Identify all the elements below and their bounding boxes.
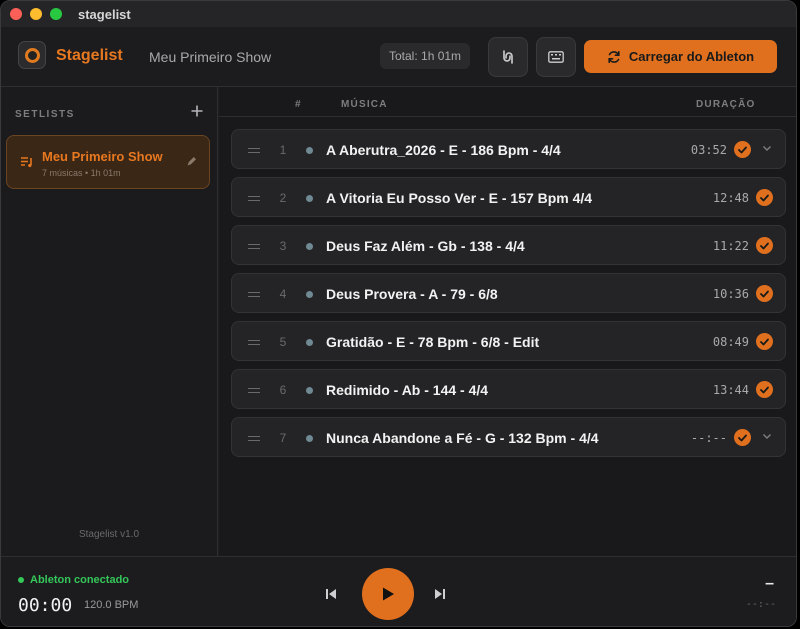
drag-handle-icon[interactable]	[248, 388, 260, 393]
window-title: stagelist	[78, 6, 131, 22]
song-number: 6	[279, 383, 287, 397]
song-row[interactable]: 6 Redimido - Ab - 144 - 4/4 13:44	[231, 369, 786, 409]
routing-button[interactable]	[488, 37, 528, 77]
keyboard-icon	[548, 51, 564, 63]
song-duration: 03:52	[690, 143, 727, 157]
app-window: stagelist Stagelist Meu Primeiro Show To…	[0, 0, 797, 627]
check-icon	[756, 237, 773, 254]
sidebar: SETLISTS Meu Primeiro Show 7 músicas • 1…	[1, 87, 218, 556]
song-number: 7	[279, 431, 287, 445]
app-version: Stagelist v1.0	[78, 529, 140, 540]
song-status-dot	[306, 243, 313, 250]
header: Stagelist Meu Primeiro Show Total: 1h 01…	[1, 27, 796, 87]
song-status-dot	[306, 147, 313, 154]
song-status-dot	[306, 291, 313, 298]
song-title: Deus Faz Além - Gb - 138 - 4/4	[326, 238, 525, 254]
check-icon	[734, 141, 751, 158]
check-icon	[756, 189, 773, 206]
song-title: A Aberutra_2026 - E - 186 Bpm - 4/4	[326, 142, 561, 158]
setlist-item-active[interactable]: Meu Primeiro Show 7 músicas • 1h 01m	[6, 135, 210, 189]
song-duration: 13:44	[712, 383, 749, 397]
chevron-down-icon[interactable]	[762, 143, 772, 153]
play-icon	[383, 587, 394, 601]
song-duration: 08:49	[712, 335, 749, 349]
song-row[interactable]: 1 A Aberutra_2026 - E - 186 Bpm - 4/4 03:5…	[231, 129, 786, 169]
next-track-button[interactable]	[434, 587, 446, 605]
drag-handle-icon[interactable]	[248, 244, 260, 249]
song-status-dot	[306, 387, 313, 394]
song-list-panel: # MÚSICA DURAÇÃO 1 A Aberutra_2026 - E - …	[219, 87, 796, 556]
load-from-ableton-button[interactable]: Carregar do Ableton	[584, 40, 777, 73]
song-duration: --:--	[690, 431, 727, 445]
current-show-name: Meu Primeiro Show	[149, 49, 272, 65]
check-icon	[756, 333, 773, 350]
play-button[interactable]	[362, 568, 414, 620]
keyboard-shortcuts-button[interactable]	[536, 37, 576, 77]
song-title: A Vitoria Eu Posso Ver - E - 157 Bpm 4/4	[326, 190, 593, 206]
song-title: Nunca Abandone a Fé - G - 132 Bpm - 4/4	[326, 430, 599, 446]
setlist-name: Meu Primeiro Show	[42, 149, 163, 164]
song-number: 1	[279, 143, 287, 157]
song-title: Gratidão - E - 78 Bpm - 6/8 - Edit	[326, 334, 540, 350]
song-status-dot	[306, 195, 313, 202]
song-row[interactable]: 2 A Vitoria Eu Posso Ver - E - 157 Bpm 4/…	[231, 177, 786, 217]
title-bar[interactable]: stagelist	[1, 1, 796, 27]
song-number: 4	[279, 287, 287, 301]
table-header: # MÚSICA DURAÇÃO	[219, 87, 796, 117]
minimize-window-button[interactable]	[30, 8, 42, 20]
connected-dot-icon	[18, 577, 24, 583]
song-number: 2	[279, 191, 287, 205]
chevron-down-icon[interactable]	[762, 431, 772, 441]
sync-icon	[608, 50, 620, 63]
routing-icon	[503, 50, 513, 64]
plus-icon	[191, 105, 203, 117]
song-duration: 12:48	[712, 191, 749, 205]
drag-handle-icon[interactable]	[248, 292, 260, 297]
zoom-window-button[interactable]	[50, 8, 62, 20]
connection-status: Ableton conectado	[18, 574, 129, 586]
song-number: 3	[279, 239, 287, 253]
check-icon	[756, 285, 773, 302]
drag-handle-icon[interactable]	[248, 148, 260, 153]
setlist-meta: 7 músicas • 1h 01m	[42, 168, 121, 178]
skip-previous-icon	[326, 589, 336, 599]
app-name: Stagelist	[56, 47, 123, 64]
skip-next-icon	[435, 589, 445, 599]
previous-track-button[interactable]	[325, 587, 337, 605]
check-icon	[756, 381, 773, 398]
check-icon	[734, 429, 751, 446]
add-setlist-button[interactable]	[189, 103, 205, 119]
total-duration-badge: Total: 1h 01m	[380, 43, 471, 69]
song-duration: 10:36	[712, 287, 749, 301]
playback-time: 00:00	[18, 595, 73, 616]
column-header-number: #	[295, 99, 302, 110]
song-duration: 11:22	[712, 239, 749, 253]
connection-label: Ableton conectado	[30, 574, 130, 586]
column-header-music: MÚSICA	[341, 99, 388, 110]
remaining-time: --:--	[745, 599, 776, 610]
song-row[interactable]: 7 Nunca Abandone a Fé - G - 132 Bpm - 4/4…	[231, 417, 786, 457]
song-status-dot	[306, 339, 313, 346]
song-row[interactable]: 5 Gratidão - E - 78 Bpm - 6/8 - Edit 08:49	[231, 321, 786, 361]
column-header-duration: DURAÇÃO	[696, 99, 756, 110]
transport-bar: Ableton conectado 00:00 120.0 BPM – --:-…	[1, 556, 796, 626]
app-logo-icon	[18, 41, 46, 69]
playlist-icon	[21, 157, 32, 168]
next-song-indicator: –	[765, 575, 774, 592]
song-row[interactable]: 3 Deus Faz Além - Gb - 138 - 4/4 11:22	[231, 225, 786, 265]
drag-handle-icon[interactable]	[248, 340, 260, 345]
song-row[interactable]: 4 Deus Provera - A - 79 - 6/8 10:36	[231, 273, 786, 313]
song-title: Redimido - Ab - 144 - 4/4	[326, 382, 489, 398]
setlists-heading: SETLISTS	[15, 109, 75, 120]
pencil-icon[interactable]	[186, 156, 197, 167]
song-number: 5	[279, 335, 287, 349]
song-title: Deus Provera - A - 79 - 6/8	[326, 286, 498, 302]
close-window-button[interactable]	[10, 8, 22, 20]
load-button-label: Carregar do Ableton	[628, 49, 755, 64]
tempo-readout: 120.0 BPM	[84, 599, 139, 611]
traffic-lights	[10, 8, 62, 20]
drag-handle-icon[interactable]	[248, 436, 260, 441]
drag-handle-icon[interactable]	[248, 196, 260, 201]
song-status-dot	[306, 435, 313, 442]
